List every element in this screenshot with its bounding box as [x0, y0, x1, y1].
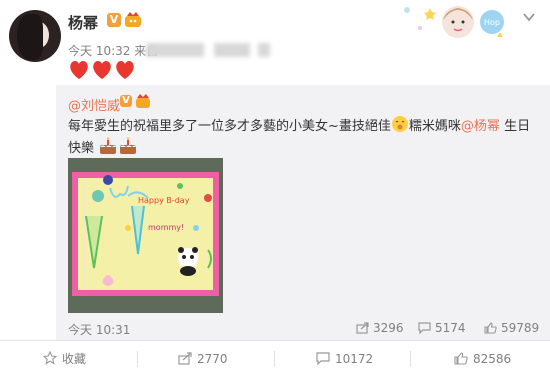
repost-like-value: 59789 — [501, 321, 540, 335]
reposted-content: @刘恺威 V 每年愛生的祝福里多了一位多才多藝的小美女~畫技絕佳 糯米媽咪@杨幂 … — [56, 85, 550, 340]
like-count: 82586 — [473, 352, 512, 366]
decoration-banner: Hop — [404, 6, 504, 38]
favorite-label: 收藏 — [62, 352, 87, 366]
favorite-button[interactable]: 收藏 — [42, 341, 87, 376]
comment-button[interactable]: 10172 — [316, 341, 373, 376]
shy-face-emoji-icon — [391, 116, 408, 132]
repost-author-link[interactable]: @刘恺威 — [68, 95, 120, 114]
hearts-emoji — [70, 61, 134, 79]
author-avatar[interactable] — [9, 10, 61, 62]
verified-badge-icon: V — [120, 95, 132, 107]
weibo-post: 杨幂 V 今天 10:32 来自 Hop @刘恺威 V 每年愛生的祝福里多了一位… — [0, 0, 550, 340]
comment-icon — [418, 322, 431, 335]
author-name[interactable]: 杨幂 — [68, 12, 98, 33]
action-divider — [274, 351, 275, 367]
source-blurred-3 — [258, 43, 270, 57]
repost-repost-count[interactable]: 3296 — [356, 321, 404, 335]
repost-comment-count[interactable]: 5174 — [418, 321, 466, 335]
panda-sticker — [178, 247, 198, 276]
source-blurred — [146, 43, 204, 57]
post-action-bar: 收藏 2770 10172 82586 — [0, 340, 550, 376]
birthday-cake-emoji-icon — [100, 137, 117, 154]
thumbs-up-icon — [484, 322, 497, 334]
repost-repost-value: 3296 — [373, 321, 404, 335]
repost-photo[interactable]: Happy B-day mommy! — [68, 158, 223, 313]
like-button[interactable]: 82586 — [454, 341, 511, 376]
member-crown-icon — [125, 12, 141, 27]
repost-button[interactable]: 2770 — [178, 341, 228, 376]
member-crown-icon — [136, 94, 150, 108]
comment-icon — [316, 352, 330, 366]
birthday-cake-emoji-icon — [120, 137, 137, 154]
comment-count: 10172 — [335, 352, 374, 366]
chevron-down-icon[interactable] — [522, 10, 536, 24]
repost-text-part1: 每年愛生的祝福里多了一位多才多藝的小美女~畫技絕佳 — [68, 119, 391, 134]
post-time-source: 今天 10:32 来自 — [68, 44, 159, 58]
repost-text-part2: 糯米媽咪 — [408, 119, 461, 134]
action-divider — [137, 351, 138, 367]
avatar-hair — [17, 14, 43, 60]
thumbs-up-icon — [454, 352, 468, 365]
drawing-text-line1: Happy B-day — [138, 196, 190, 205]
child-drawing-image: Happy B-day mommy! — [68, 158, 223, 313]
star-icon — [42, 350, 58, 365]
source-blurred-2 — [214, 43, 250, 57]
share-icon — [178, 352, 192, 365]
repost-count: 2770 — [197, 352, 228, 366]
repost-comment-value: 5174 — [435, 321, 466, 335]
action-divider — [410, 351, 411, 367]
repost-like-count[interactable]: 59789 — [484, 321, 539, 335]
repost-timestamp: 今天 10:31 — [68, 323, 131, 337]
repost-inline-mention[interactable]: @杨幂 — [461, 119, 500, 134]
verified-badge-icon: V — [107, 13, 121, 27]
svg-text:Hop: Hop — [484, 18, 500, 27]
share-icon — [356, 322, 369, 334]
drawing-text-line2: mommy! — [148, 223, 184, 232]
